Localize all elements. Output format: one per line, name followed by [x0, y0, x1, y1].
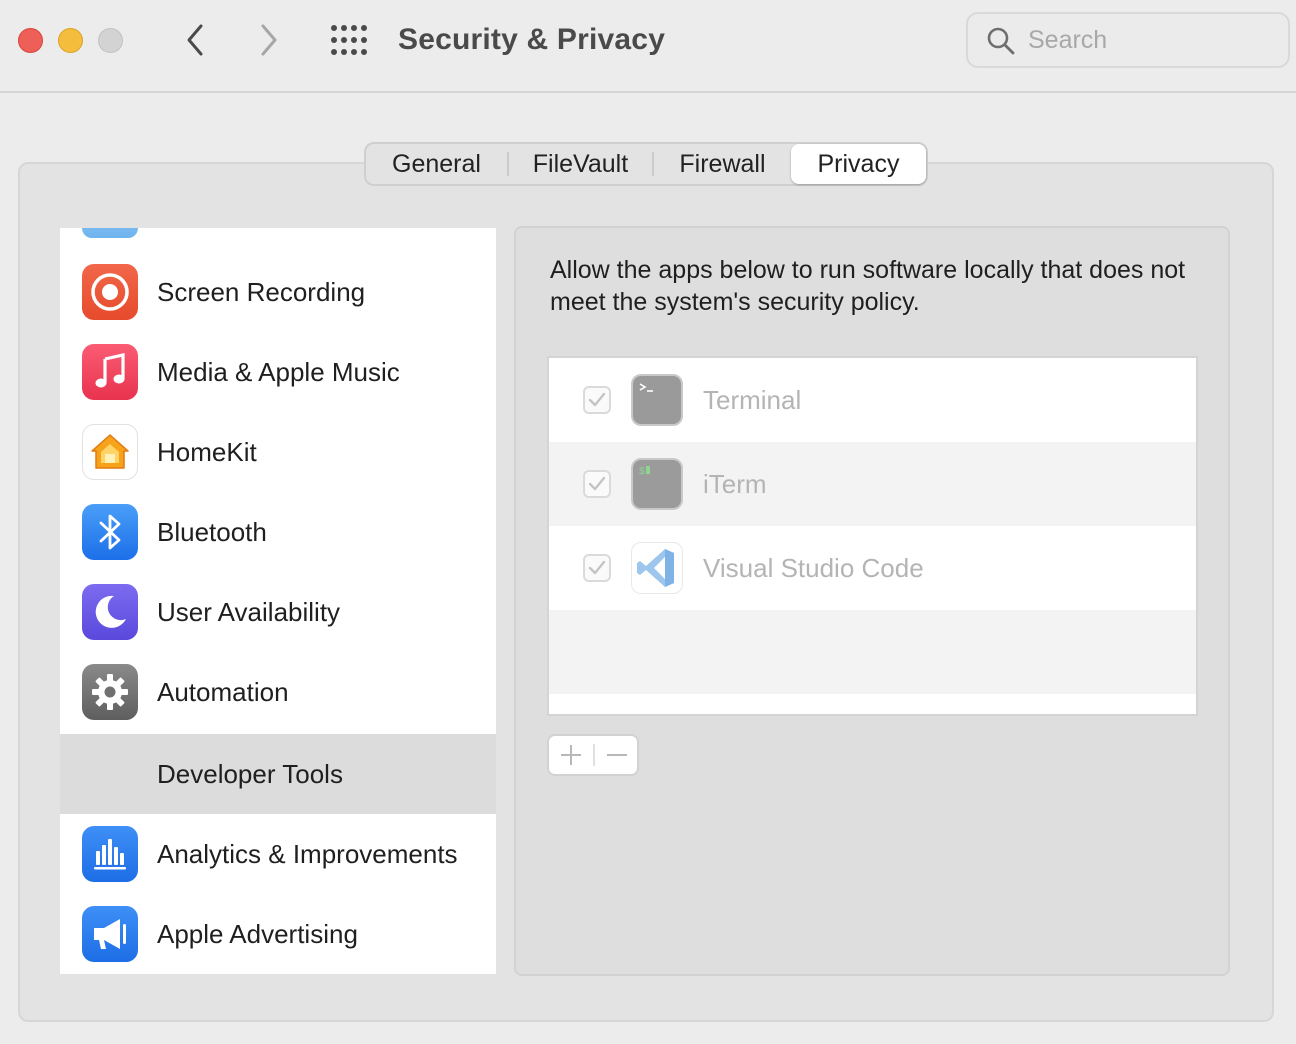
search-field[interactable] [966, 12, 1290, 68]
sidebar-item-homekit[interactable]: HomeKit [60, 412, 496, 492]
sidebar-item-label: Bluetooth [157, 517, 267, 547]
window-toolbar: Security & Privacy [0, 0, 1296, 93]
tab-general[interactable]: General [366, 144, 507, 184]
list-item-iterm[interactable]: $ iTerm [549, 442, 1196, 526]
sidebar-item-media-apple-music[interactable]: Media & Apple Music [60, 332, 496, 412]
sidebar-item-apple-advertising[interactable]: Apple Advertising [60, 894, 496, 974]
developer-tools-description: Allow the apps below to run software loc… [550, 256, 1186, 316]
show-all-button[interactable] [330, 24, 370, 56]
analytics-chart-icon [82, 826, 138, 882]
sidebar-item-label: Screen Recording [157, 277, 366, 307]
list-item-visual-studio-code[interactable]: Visual Studio Code [549, 526, 1196, 610]
forward-button[interactable] [252, 22, 286, 58]
sidebar-item-label: Automation [157, 677, 289, 707]
app-name: iTerm [703, 469, 767, 499]
back-button[interactable] [178, 22, 212, 58]
plus-icon [561, 745, 581, 765]
minimize-window-button[interactable] [58, 28, 83, 53]
allowed-apps-list[interactable]: Terminal $ iTerm Visual Studio Code [547, 356, 1198, 716]
terminal-checkbox[interactable] [583, 386, 611, 414]
chevron-left-icon [187, 24, 203, 56]
remove-app-button[interactable] [595, 736, 639, 774]
svg-text:$: $ [639, 466, 645, 478]
sidebar-item-label: User Availability [157, 597, 341, 627]
sidebar-item-label: Developer Tools [157, 759, 343, 789]
sidebar-item-label: Apple Advertising [157, 919, 358, 949]
vscode-icon [631, 542, 683, 594]
search-icon [987, 27, 1015, 55]
screen-recording-icon [82, 264, 138, 320]
music-note-icon [82, 344, 138, 400]
zoom-window-button[interactable] [98, 28, 123, 53]
tab-privacy[interactable]: Privacy [790, 144, 926, 184]
tab-bar: General FileVault Firewall Privacy [364, 142, 928, 186]
grid-icon [331, 25, 367, 55]
sidebar-item-analytics-improvements[interactable]: Analytics & Improvements [60, 814, 496, 894]
gear-icon [82, 664, 138, 720]
iterm-icon: $ [631, 458, 683, 510]
moon-icon [82, 584, 138, 640]
privacy-category-list[interactable]: Screen Recording Media & Apple Music Hom… [60, 228, 496, 974]
sidebar-item-label: HomeKit [157, 437, 257, 467]
sidebar-item-label: Analytics & Improvements [157, 839, 458, 869]
tab-firewall[interactable]: Firewall [654, 144, 791, 184]
window-title: Security & Privacy [398, 23, 666, 56]
home-icon [82, 424, 138, 480]
close-window-button[interactable] [18, 28, 43, 53]
list-item-terminal[interactable]: Terminal [549, 358, 1196, 442]
visual-studio-code-checkbox[interactable] [583, 554, 611, 582]
checkmark-icon [588, 560, 606, 575]
minus-icon [607, 754, 627, 756]
add-remove-control [547, 734, 639, 776]
app-name: Terminal [703, 385, 802, 415]
iterm-checkbox[interactable] [583, 470, 611, 498]
bluetooth-icon [82, 504, 138, 560]
sidebar-item-developer-tools[interactable]: Developer Tools [60, 734, 496, 814]
sidebar-item-automation[interactable]: Automation [60, 652, 496, 732]
checkmark-icon [588, 476, 606, 491]
tab-filevault[interactable]: FileVault [509, 144, 652, 184]
add-app-button[interactable] [549, 736, 593, 774]
checkmark-icon [588, 392, 606, 407]
chevron-right-icon [261, 24, 277, 56]
sidebar-item-user-availability[interactable]: User Availability [60, 572, 496, 652]
megaphone-icon [82, 906, 138, 962]
partially-visible-icon [82, 228, 138, 238]
app-name: Visual Studio Code [703, 553, 924, 583]
sidebar-item-screen-recording[interactable]: Screen Recording [60, 252, 496, 332]
sidebar-item-bluetooth[interactable]: Bluetooth [60, 492, 496, 572]
sidebar-item-label: Media & Apple Music [157, 357, 400, 387]
empty-list-row [549, 610, 1196, 694]
search-input[interactable] [1028, 22, 1268, 58]
terminal-icon [631, 374, 683, 426]
